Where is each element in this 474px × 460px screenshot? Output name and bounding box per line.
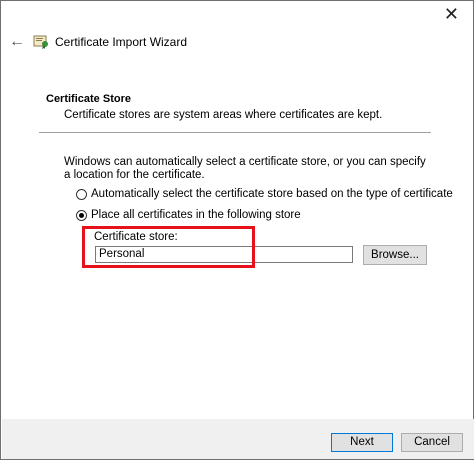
radio-place-in-store[interactable]: Place all certificates in the following … bbox=[76, 209, 301, 221]
wizard-window: ✕ ← Certificate Import Wizard Certificat… bbox=[0, 0, 474, 460]
intro-text: Windows can automatically select a certi… bbox=[64, 156, 426, 181]
section-description: Certificate stores are system areas wher… bbox=[64, 109, 383, 121]
next-button[interactable]: Next bbox=[331, 433, 393, 452]
radio-auto-select-circle[interactable] bbox=[76, 188, 87, 200]
radio-place-in-store-circle[interactable] bbox=[76, 209, 87, 221]
certificate-wizard-icon bbox=[33, 35, 48, 49]
highlight-annotation-box bbox=[82, 226, 255, 268]
header-divider bbox=[39, 132, 431, 133]
section-title: Certificate Store bbox=[46, 93, 131, 105]
radio-auto-select[interactable]: Automatically select the certificate sto… bbox=[76, 188, 453, 200]
close-icon[interactable]: ✕ bbox=[444, 5, 459, 23]
radio-auto-select-label: Automatically select the certificate sto… bbox=[91, 188, 453, 200]
cancel-button[interactable]: Cancel bbox=[401, 433, 463, 452]
browse-button[interactable]: Browse... bbox=[363, 245, 427, 265]
radio-place-in-store-label: Place all certificates in the following … bbox=[91, 209, 301, 221]
wizard-title: Certificate Import Wizard bbox=[55, 35, 188, 49]
back-arrow-icon[interactable]: ← bbox=[9, 33, 25, 51]
